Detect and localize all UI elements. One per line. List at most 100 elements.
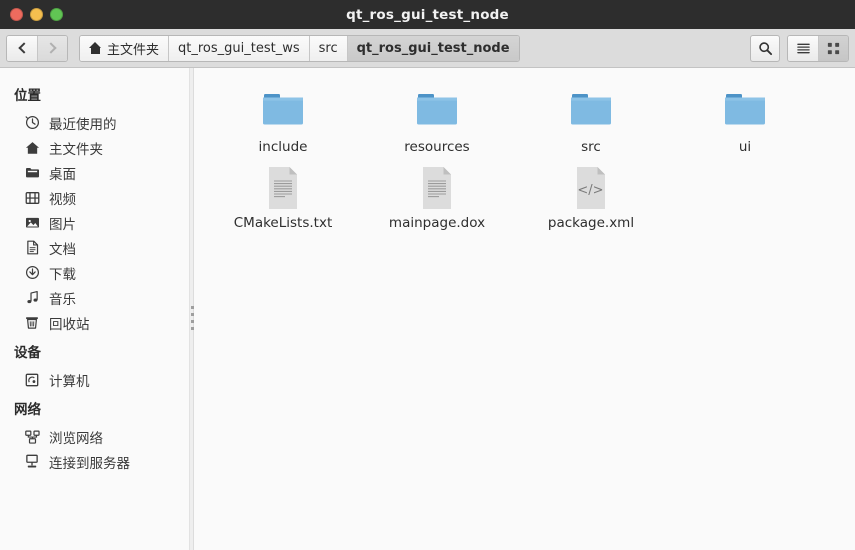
sidebar-item-music[interactable]: 音乐 [0,285,189,310]
breadcrumb-label: 主文件夹 [107,42,160,58]
sidebar-item-computer[interactable]: 计算机 [0,367,189,392]
sidebar-item-browse-network[interactable]: 浏览网络 [0,424,189,449]
sidebar-item-connect-server[interactable]: 连接到服务器 [0,449,189,474]
list-view-icon [796,43,810,53]
text-file-icon [413,164,461,212]
file-name: package.xml [547,215,635,231]
folder-icon [721,88,769,136]
splitter-drag-handle[interactable] [191,306,194,330]
maximize-button[interactable] [50,8,63,21]
minimize-button[interactable] [30,8,43,21]
view-mode-group [787,34,849,62]
splitter-dot [191,313,194,316]
breadcrumb-item-workspace[interactable]: qt_ros_gui_test_ws [169,35,310,61]
computer-icon [24,372,40,388]
sidebar-splitter[interactable] [189,68,194,550]
close-button[interactable] [10,8,23,21]
sidebar-item-label: 音乐 [49,291,76,308]
chevron-left-icon [17,42,30,54]
file-manager-window: qt_ros_gui_test_node 主文件夹 qt_ros_gui_tes… [0,0,855,550]
file-name: resources [404,139,470,155]
server-connect-icon [24,454,40,470]
sidebar-item-trash[interactable]: 回收站 [0,310,189,335]
navigation-buttons [6,34,68,62]
film-icon [24,190,40,206]
breadcrumb-label: qt_ros_gui_test_node [356,40,510,56]
sidebar-item-label: 回收站 [49,316,90,333]
file-item-include[interactable]: include [206,86,360,162]
file-name: mainpage.dox [388,215,486,231]
sidebar-item-documents[interactable]: 文档 [0,235,189,260]
text-file-icon [259,164,307,212]
sidebar-item-label: 文档 [49,241,76,258]
sidebar-item-videos[interactable]: 视频 [0,185,189,210]
folder-icon [259,88,307,136]
music-note-icon [24,290,40,306]
file-item-package-xml[interactable]: </> package.xml [514,162,668,238]
sidebar-section-places-title: 位置 [14,88,41,104]
sidebar-item-label: 浏览网络 [49,430,103,447]
splitter-dot [191,327,194,330]
grid-view-button[interactable] [818,35,848,61]
back-button[interactable] [7,35,37,61]
toolbar: 主文件夹 qt_ros_gui_test_ws src qt_ros_gui_t… [0,29,855,68]
desktop-folder-icon [24,165,40,181]
file-name: include [258,139,308,155]
sidebar-item-label: 桌面 [49,166,76,183]
chevron-right-icon [45,42,57,54]
clock-icon [24,115,40,131]
window-controls [0,8,63,21]
breadcrumb: 主文件夹 qt_ros_gui_test_ws src qt_ros_gui_t… [79,34,520,62]
sidebar-item-label: 视频 [49,191,76,208]
grid-view-icon [827,42,840,54]
network-browse-icon [24,429,40,445]
sidebar-item-label: 图片 [49,216,76,233]
sidebar-item-label: 连接到服务器 [49,455,130,472]
window-body: 位置 最近使用的 主文件夹 桌面 视频 图片 文档 下载 音乐 回收站 设备 计… [0,68,855,550]
sidebar: 位置 最近使用的 主文件夹 桌面 视频 图片 文档 下载 音乐 回收站 设备 计… [0,68,189,550]
forward-button[interactable] [37,35,67,61]
breadcrumb-label: src [318,40,338,56]
splitter-dot [191,320,194,323]
breadcrumb-item-current[interactable]: qt_ros_gui_test_node [347,35,519,61]
sidebar-item-label: 计算机 [49,373,90,390]
svg-text:</>: </> [577,183,603,198]
search-icon [758,41,772,55]
file-name: ui [738,139,752,155]
document-icon [24,240,40,256]
sidebar-item-home[interactable]: 主文件夹 [0,135,189,160]
folder-icon [567,88,615,136]
list-view-button[interactable] [788,35,818,61]
sidebar-item-downloads[interactable]: 下载 [0,260,189,285]
breadcrumb-label: qt_ros_gui_test_ws [178,40,300,56]
sidebar-item-pictures[interactable]: 图片 [0,210,189,235]
download-icon [24,265,40,281]
image-icon [24,215,40,231]
file-item-resources[interactable]: resources [360,86,514,162]
sidebar-section-devices-title: 设备 [14,345,41,361]
sidebar-item-label: 下载 [49,266,76,283]
window-title: qt_ros_gui_test_node [346,6,509,23]
file-item-ui[interactable]: ui [668,86,822,162]
file-grid: include resources src ui CMakeLists.txt … [194,68,855,550]
trash-icon [24,315,40,331]
breadcrumb-item-home[interactable]: 主文件夹 [80,35,170,61]
file-item-cmakelists[interactable]: CMakeLists.txt [206,162,360,238]
home-icon [89,42,102,54]
file-name: src [581,139,601,155]
breadcrumb-item-src[interactable]: src [309,35,348,61]
sidebar-section-network-title: 网络 [14,402,41,418]
sidebar-item-desktop[interactable]: 桌面 [0,160,189,185]
xml-file-icon: </> [567,164,615,212]
title-bar: qt_ros_gui_test_node [0,0,855,29]
splitter-dot [191,306,194,309]
sidebar-item-label: 最近使用的 [49,116,117,133]
folder-icon [413,88,461,136]
search-button[interactable] [750,34,780,62]
sidebar-item-recent[interactable]: 最近使用的 [0,110,189,135]
sidebar-item-label: 主文件夹 [49,141,103,158]
file-name: CMakeLists.txt [233,215,333,231]
file-item-src[interactable]: src [514,86,668,162]
home-icon [24,140,40,156]
file-item-mainpage-dox[interactable]: mainpage.dox [360,162,514,238]
